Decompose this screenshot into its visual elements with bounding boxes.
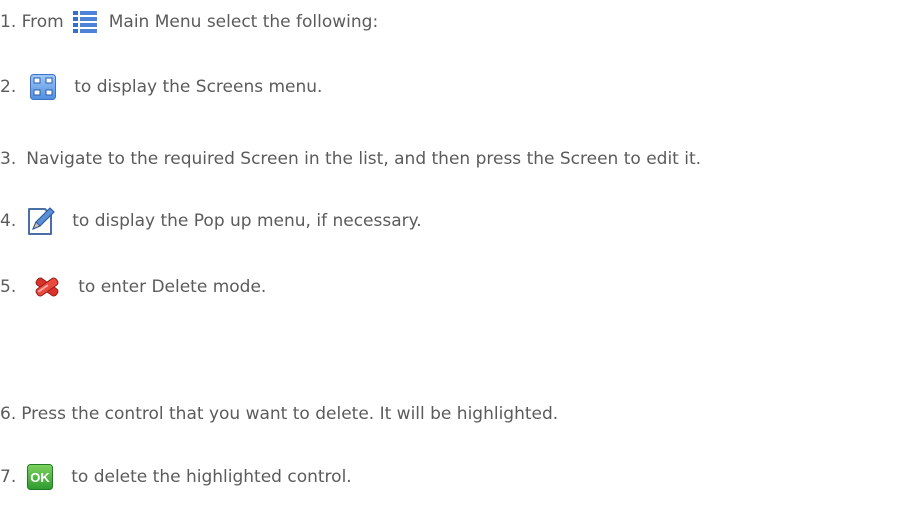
- ok-button-icon: OK: [27, 464, 54, 490]
- step-5-text: to enter Delete mode.: [78, 277, 267, 297]
- step-6: 6. Press the control that you want to de…: [0, 397, 558, 431]
- step-5-number: 5.: [0, 277, 17, 297]
- step-4-text: to display the Pop up menu, if necessary…: [72, 211, 422, 231]
- step-6-number: 6.: [0, 404, 17, 424]
- delete-x-icon: [34, 275, 60, 299]
- screens-grid-icon: [30, 74, 57, 100]
- step-7: 7. OK to delete the highlighted control.: [0, 460, 352, 494]
- step-6-text: Press the control that you want to delet…: [21, 404, 559, 424]
- step-1-text: Main Menu select the following:: [108, 12, 379, 32]
- step-2-text: to display the Screens menu.: [74, 77, 323, 97]
- step-2-number: 2.: [0, 77, 17, 97]
- edit-pencil-icon: [26, 205, 56, 237]
- main-menu-list-icon: [72, 10, 97, 34]
- ok-icon-label: OK: [30, 470, 50, 485]
- step-3: 3. Navigate to the required Screen in th…: [0, 142, 701, 176]
- step-3-number: 3.: [0, 149, 17, 169]
- step-1: 1. From Main Menu select the following:: [0, 5, 378, 39]
- step-7-text: to delete the highlighted control.: [71, 467, 352, 487]
- step-5: 5. to enter Delete mode.: [0, 270, 266, 304]
- step-1-number: 1. From: [0, 12, 64, 32]
- step-2: 2. to display the Screens menu.: [0, 70, 322, 104]
- step-3-text: Navigate to the required Screen in the l…: [26, 149, 702, 169]
- step-7-number: 7.: [0, 467, 17, 487]
- step-4: 4. to display the Pop up menu, if necess…: [0, 204, 422, 238]
- step-4-number: 4.: [0, 211, 17, 231]
